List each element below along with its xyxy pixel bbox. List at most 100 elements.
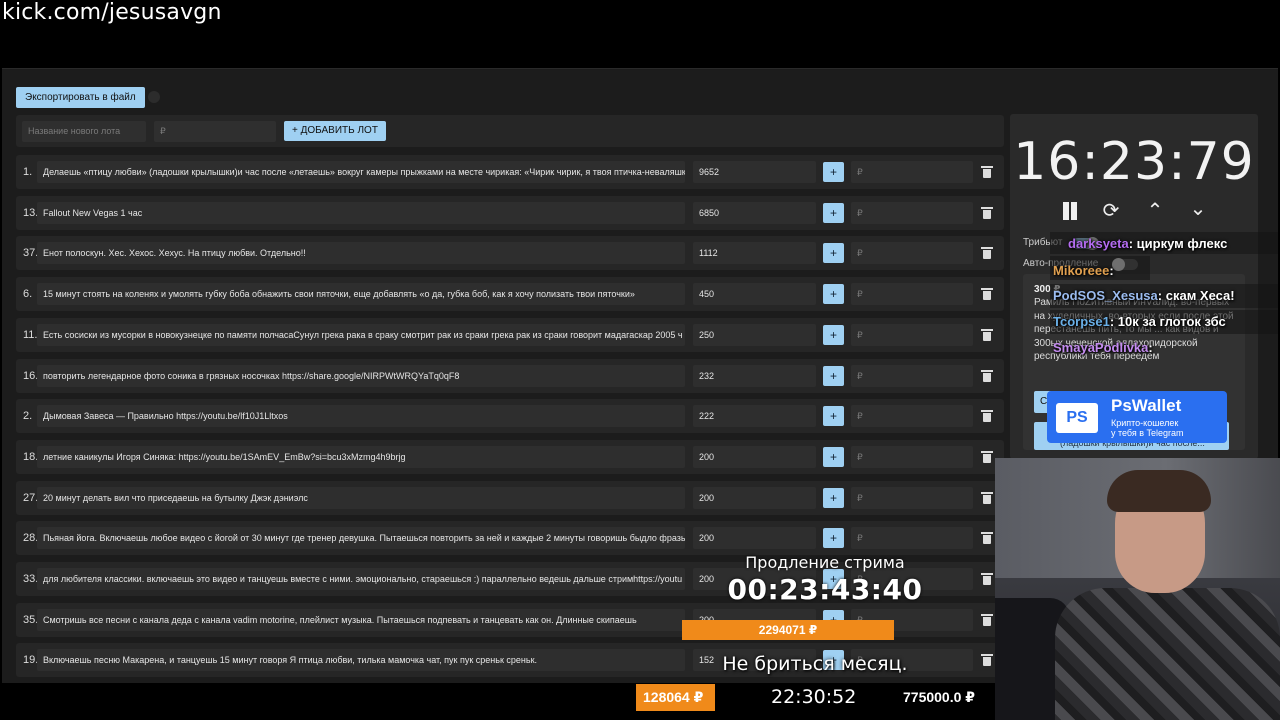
add-amount-input[interactable]: ₽ <box>851 283 973 306</box>
lot-name-field[interactable]: Включаешь песню Макарена, и танцуешь 15 … <box>37 649 685 672</box>
lot-name-field[interactable]: Есть сосиски из мусорки в новокузнецке п… <box>37 323 685 346</box>
settings-icon[interactable] <box>148 91 160 103</box>
extension-timer: 00:23:43:40 <box>727 573 923 606</box>
add-amount-button[interactable]: + <box>823 487 844 508</box>
bottom-stats-bar: 128064 ₽ 22:30:52 775000.0 ₽ <box>636 684 995 711</box>
trash-icon[interactable] <box>981 491 993 504</box>
extension-total-bar: 2294071 ₽ <box>682 620 894 640</box>
trash-icon[interactable] <box>981 573 993 585</box>
auction-timer: 16:23:79 <box>1013 132 1255 192</box>
chat-message: Mikoreee: <box>1053 263 1114 278</box>
lot-name-field[interactable]: Смотришь все песни с канала деда с канал… <box>37 608 685 631</box>
export-button[interactable]: Экспортировать в файл <box>16 87 145 108</box>
add-amount-button[interactable]: + <box>823 324 844 345</box>
lot-number: 2. <box>23 410 33 423</box>
trash-icon[interactable] <box>981 410 993 423</box>
lot-name-field[interactable]: летние каникулы Игоря Синяка: https://yo… <box>37 445 685 468</box>
lot-amount-field[interactable]: 200 <box>693 527 816 550</box>
reset-icon[interactable]: ⟳ <box>1100 200 1122 222</box>
lot-row: 16. повторить легендарное фото соника в г… <box>16 358 1004 393</box>
pswallet-ad[interactable]: PS PsWallet Крипто-кошелек у тебя в Teleg… <box>1047 391 1227 443</box>
lot-row: 27. 20 минут делать вил что приседаешь на… <box>16 480 1004 515</box>
ad-title: PsWallet <box>1111 396 1182 415</box>
webcam-feed <box>995 458 1280 720</box>
add-amount-input[interactable]: ₽ <box>851 445 973 468</box>
lot-name-field[interactable]: Делаешь «птицу любви» (ладошки крылышки)… <box>37 161 685 183</box>
chat-message: PodSOS_Xesusa: скам Хеса! <box>1053 288 1235 303</box>
add-amount-input[interactable]: ₽ <box>851 527 973 550</box>
lot-name-field[interactable]: 20 минут делать вил что приседаешь на бу… <box>37 486 685 509</box>
lot-row: 18. летние каникулы Игоря Синяка: https:/… <box>16 439 1004 474</box>
add-amount-input[interactable]: ₽ <box>851 486 973 509</box>
trash-icon[interactable] <box>981 369 993 382</box>
add-amount-button[interactable]: + <box>823 528 844 549</box>
trash-icon[interactable] <box>981 247 993 260</box>
clock: 22:30:52 <box>771 686 857 708</box>
lot-number: 11. <box>23 328 38 341</box>
chevron-down-icon[interactable]: ⌄ <box>1187 198 1209 220</box>
lot-name-field[interactable]: для любителя классики. включаешь это вид… <box>37 568 685 590</box>
lot-amount-input[interactable]: ₽ <box>154 121 276 142</box>
lot-amount-field[interactable]: 450 <box>693 283 816 306</box>
trash-icon[interactable] <box>981 328 993 341</box>
lot-name-field[interactable]: Пьяная йога. Включаешь любое видео с йог… <box>37 527 685 550</box>
trash-icon[interactable] <box>981 206 993 219</box>
lot-row: 2. Дымовая Завеса — Правильно https://you… <box>16 399 1004 434</box>
lot-amount-field[interactable]: 200 <box>693 445 816 468</box>
new-lot-form: Название нового лота ₽ + ДОБАВИТЬ ЛОТ <box>16 115 1004 147</box>
trash-icon[interactable] <box>981 613 993 626</box>
lot-number: 33. <box>23 573 39 585</box>
add-amount-button[interactable]: + <box>823 406 844 427</box>
add-amount-input[interactable]: ₽ <box>851 201 973 224</box>
lot-amount-field[interactable]: 9652 <box>693 161 816 183</box>
add-amount-button[interactable]: + <box>823 446 844 467</box>
lot-name-field[interactable]: Енот полоскун. Хес. Хехос. Хехус. На пти… <box>37 242 685 265</box>
lot-name-field[interactable]: Fallout New Vegas 1 час <box>37 201 685 224</box>
goal-amount: 775000.0 ₽ <box>903 689 976 705</box>
add-amount-button[interactable]: + <box>823 162 844 182</box>
lot-name-input[interactable]: Название нового лота <box>22 121 146 142</box>
trash-icon[interactable] <box>981 532 993 545</box>
chat-message: Tcorpse1: 10к за глоток збс <box>1053 314 1226 329</box>
add-amount-button[interactable]: + <box>823 284 844 305</box>
lot-amount-field[interactable]: 222 <box>693 405 816 428</box>
chat-message: SmayaPodlivka: <box>1053 340 1153 355</box>
lot-row: 1. Делаешь «птицу любви» (ладошки крылышк… <box>16 155 1004 189</box>
lot-row: 6. 15 минут стоять на коленях и умолять г… <box>16 277 1004 312</box>
add-amount-input[interactable]: ₽ <box>851 323 973 346</box>
extension-title: Продление стрима <box>745 553 905 572</box>
lot-number: 16. <box>23 369 39 382</box>
lot-amount-field[interactable]: 1112 <box>693 242 816 265</box>
lot-name-field[interactable]: Дымовая Завеса — Правильно https://youtu… <box>37 405 685 428</box>
trash-icon[interactable] <box>981 450 993 463</box>
add-amount-input[interactable]: ₽ <box>851 242 973 265</box>
ad-subtitle: Крипто-кошелек у тебя в Telegram <box>1111 418 1184 438</box>
donation-total: 128064 ₽ <box>636 684 715 711</box>
lot-row: 13. Fallout New Vegas 1 час 6850 + ₽ <box>16 195 1004 230</box>
trash-icon[interactable] <box>981 166 993 178</box>
chat-message: darksyeta: циркум флекс <box>1068 236 1228 251</box>
add-amount-button[interactable]: + <box>823 202 844 223</box>
add-amount-input[interactable]: ₽ <box>851 405 973 428</box>
trash-icon[interactable] <box>981 654 993 667</box>
lot-number: 27. <box>23 491 39 504</box>
lot-amount-field[interactable]: 250 <box>693 323 816 346</box>
lot-amount-field[interactable]: 200 <box>693 486 816 509</box>
add-amount-button[interactable]: + <box>823 365 844 386</box>
add-amount-input[interactable]: ₽ <box>851 364 973 387</box>
add-lot-button[interactable]: + ДОБАВИТЬ ЛОТ <box>284 121 386 141</box>
add-amount-input[interactable]: ₽ <box>851 161 973 183</box>
lot-number: 18. <box>23 450 39 463</box>
trash-icon[interactable] <box>981 288 993 301</box>
chevron-up-icon[interactable]: ⌃ <box>1144 200 1166 222</box>
pswallet-logo: PS <box>1056 403 1098 433</box>
lot-amount-field[interactable]: 6850 <box>693 201 816 224</box>
lot-amount-field[interactable]: 232 <box>693 364 816 387</box>
lot-name-field[interactable]: повторить легендарное фото соника в гряз… <box>37 364 685 387</box>
pause-icon[interactable] <box>1059 200 1081 222</box>
lot-name-field[interactable]: 15 минут стоять на коленях и умолять губ… <box>37 283 685 306</box>
lot-number: 28. <box>23 532 39 545</box>
add-amount-button[interactable]: + <box>823 243 844 264</box>
lot-row: 11. Есть сосиски из мусорки в новокузнецк… <box>16 317 1004 352</box>
lot-row: 37. Енот полоскун. Хес. Хехос. Хехус. На … <box>16 236 1004 271</box>
